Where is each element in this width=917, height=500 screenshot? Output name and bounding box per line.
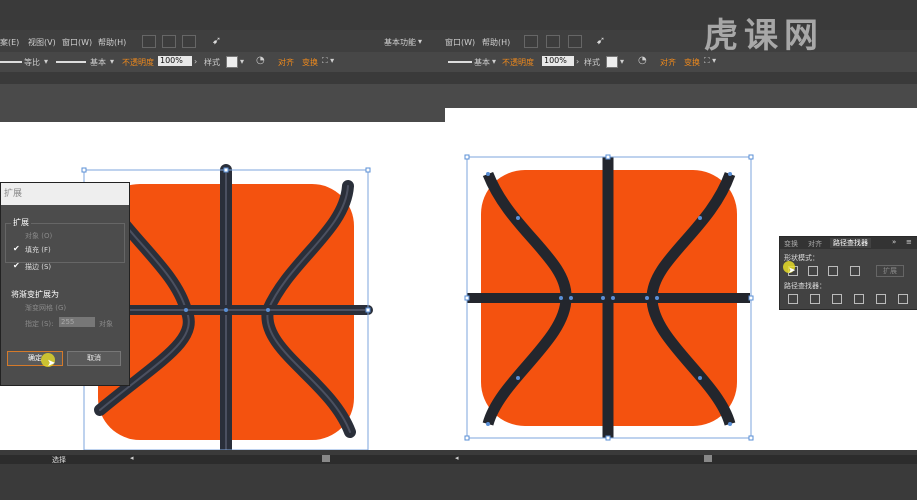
send-icon[interactable]: ➹	[212, 34, 221, 47]
menu-help[interactable]: 帮助(H)	[98, 37, 126, 48]
stock-icon[interactable]	[162, 35, 176, 48]
expand-button[interactable]: 扩展	[876, 265, 904, 277]
outline-icon[interactable]	[876, 294, 886, 304]
tab-transform[interactable]: 变换	[784, 239, 798, 249]
right-tab-strip	[445, 84, 917, 108]
isolate-icon[interactable]: ⛶ ▾	[704, 56, 716, 66]
pathfinder-panel: 变换 对齐 路径查找器 » ≡ 形状模式： 扩展 ➤ 路径查找器：	[779, 236, 917, 310]
opacity-label[interactable]: 不透明度	[122, 57, 154, 68]
pathfinders-label: 路径查找器：	[784, 282, 826, 290]
brush-line	[448, 61, 472, 63]
divide-icon[interactable]	[788, 294, 798, 304]
scroll-left-icon[interactable]: ◂	[130, 454, 134, 462]
expand-section-box	[5, 223, 125, 263]
left-scroll-thumb[interactable]	[322, 455, 330, 462]
opacity-label[interactable]: 不透明度	[502, 57, 534, 68]
menu-window[interactable]: 窗口(W)	[445, 37, 475, 48]
brush-label[interactable]: 基本	[90, 57, 106, 68]
chevron-down-icon[interactable]: ▾	[44, 57, 48, 66]
menu-help[interactable]: 帮助(H)	[482, 37, 510, 48]
expand-button-label: 扩展	[883, 267, 897, 275]
send-icon[interactable]: ➹	[596, 34, 605, 47]
right-status-bar	[445, 455, 917, 464]
menu-window[interactable]: 窗口(W)	[62, 37, 92, 48]
stroke-profile-label[interactable]: 等比	[24, 57, 40, 68]
chevron-down-icon[interactable]: ▾	[418, 37, 422, 46]
cancel-button-label: 取消	[87, 354, 101, 362]
menu-view[interactable]: 视图(V)	[28, 37, 56, 48]
cancel-button[interactable]: 取消	[67, 351, 121, 366]
recolor-icon[interactable]: ◔	[256, 55, 265, 66]
stroke-checkbox[interactable]: ✔	[13, 261, 20, 270]
cursor-icon: ➤	[788, 266, 796, 276]
menu-edit[interactable]: 案(E)	[0, 37, 19, 48]
workspace-switcher[interactable]: 基本功能	[384, 37, 416, 48]
brush-line	[56, 61, 86, 63]
align-link[interactable]: 对齐	[278, 57, 294, 68]
fill-checkbox[interactable]: ✔	[13, 244, 20, 253]
crop-icon[interactable]	[854, 294, 864, 304]
scroll-left-icon[interactable]: ◂	[455, 454, 459, 462]
gradient-section-label: 将渐变扩展为	[11, 290, 59, 299]
chevron-down-icon[interactable]: ▾	[620, 57, 624, 66]
watermark: 虎课网	[704, 16, 824, 56]
chevron-down-icon[interactable]: ▾	[492, 57, 496, 66]
stroke-option[interactable]: 描边 (S)	[25, 262, 51, 272]
opacity-field[interactable]: 100%	[542, 56, 574, 66]
tab-pathfinder[interactable]: 路径查找器	[830, 238, 871, 248]
opacity-field[interactable]: 100%	[158, 56, 192, 66]
exclude-icon[interactable]	[850, 266, 860, 276]
specify-label: 指定 (S):	[25, 320, 54, 328]
stock-icon[interactable]	[546, 35, 560, 48]
minus-front-icon[interactable]	[808, 266, 818, 276]
specify-unit: 对象	[99, 320, 113, 328]
chevron-down-icon[interactable]: ▾	[240, 57, 244, 66]
intersect-icon[interactable]	[828, 266, 838, 276]
bridge-icon[interactable]	[142, 35, 156, 48]
trim-icon[interactable]	[810, 294, 820, 304]
right-scroll-thumb[interactable]	[704, 455, 712, 462]
chevron-down-icon[interactable]: ▾	[110, 57, 114, 66]
object-option: 对象 (O)	[25, 232, 53, 240]
right-menu-bar	[445, 30, 917, 52]
brush-label[interactable]: 基本	[474, 57, 490, 68]
panel-collapse-icon[interactable]: »	[892, 238, 896, 246]
expand-dialog: 扩展 扩展 对象 (O) ✔ 填充 (F) ✔ 描边 (S) 将渐变扩展为 渐变…	[0, 182, 130, 386]
merge-icon[interactable]	[832, 294, 842, 304]
style-label: 样式	[204, 58, 220, 67]
expand-section-label: 扩展	[11, 217, 31, 228]
cursor-icon: ➤	[47, 358, 56, 369]
isolate-icon[interactable]: ⛶ ▾	[322, 56, 334, 66]
style-swatch[interactable]	[226, 56, 238, 68]
left-tab-strip	[0, 84, 445, 122]
tab-align[interactable]: 对齐	[808, 239, 822, 249]
dialog-title: 扩展	[4, 189, 23, 199]
ok-button-label: 确定	[28, 354, 42, 362]
status-text: 选择	[52, 456, 66, 464]
recolor-icon[interactable]: ◔	[638, 55, 647, 66]
minus-back-icon[interactable]	[898, 294, 908, 304]
align-link[interactable]: 对齐	[660, 57, 676, 68]
specify-field: 255	[59, 317, 95, 327]
dialog-title-bar[interactable]: 扩展	[1, 183, 129, 205]
fill-option[interactable]: 填充 (F)	[25, 245, 51, 255]
gradient-mesh-option: 渐变网格 (G)	[25, 304, 67, 312]
arrange-docs-icon[interactable]	[568, 35, 582, 48]
chevron-right-icon[interactable]: ›	[576, 57, 579, 66]
style-label: 样式	[584, 58, 600, 67]
style-swatch[interactable]	[606, 56, 618, 68]
transform-link[interactable]: 变换	[684, 57, 700, 68]
transform-link[interactable]: 变换	[302, 57, 318, 68]
panel-menu-icon[interactable]: ≡	[906, 238, 912, 246]
left-status-bar	[0, 455, 445, 464]
bridge-icon[interactable]	[524, 35, 538, 48]
stroke-profile-line	[0, 61, 22, 63]
chevron-right-icon[interactable]: ›	[194, 57, 197, 66]
arrange-docs-icon[interactable]	[182, 35, 196, 48]
